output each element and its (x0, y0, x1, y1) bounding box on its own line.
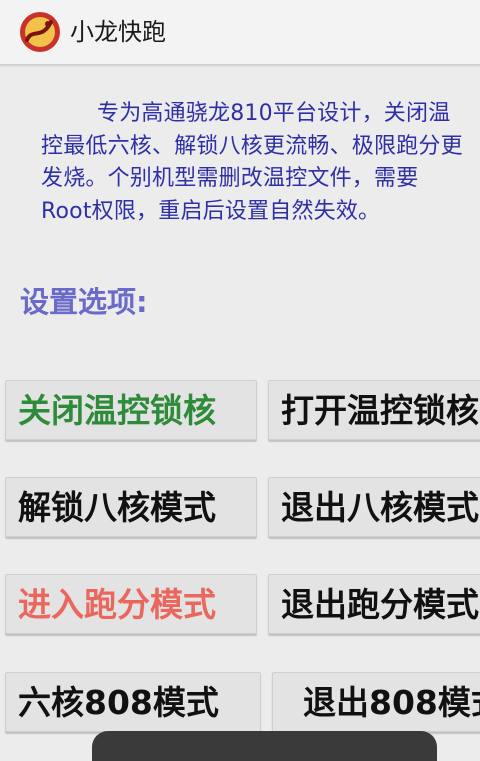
unlock-octa-core-button[interactable]: 解锁八核模式 (5, 477, 257, 537)
exit-octa-core-button[interactable]: 退出八核模式 (268, 477, 480, 537)
dragon-logo-icon[interactable] (18, 10, 62, 54)
disable-thermal-button[interactable]: 关闭温控锁核 (5, 380, 257, 440)
bottom-overlay-bar (92, 731, 437, 761)
enter-benchmark-button[interactable]: 进入跑分模式 (5, 574, 257, 634)
description-text: 专为高通骁龙810平台设计，关闭温控最低六核、解锁八核更流畅、极限跑分更发烧。个… (41, 101, 463, 224)
app-title: 小龙快跑 (70, 18, 166, 46)
enable-thermal-button[interactable]: 打开温控锁核 (268, 380, 480, 440)
action-bar: 小龙快跑 (0, 0, 480, 65)
settings-title: 设置选项: (20, 285, 148, 319)
hexa-core-808-button[interactable]: 六核808模式 (5, 672, 261, 732)
exit-benchmark-button[interactable]: 退出跑分模式 (268, 574, 480, 634)
exit-808-button[interactable]: 退出808模式 (272, 672, 480, 732)
